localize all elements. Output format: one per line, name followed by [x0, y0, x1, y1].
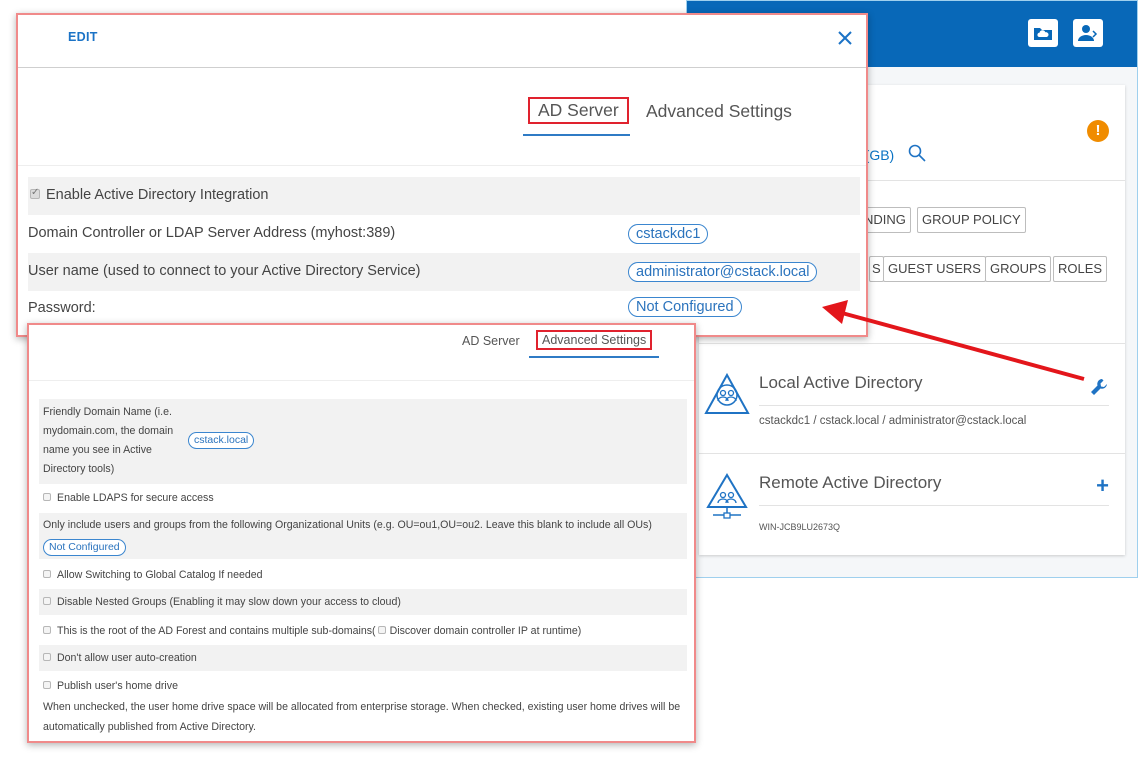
- ldaps-checkbox[interactable]: [43, 493, 51, 502]
- tab-ad-server[interactable]: AD Server: [528, 97, 629, 124]
- search-icon[interactable]: [907, 143, 927, 163]
- tab-advanced-settings[interactable]: Advanced Settings: [646, 101, 792, 122]
- server-address-value[interactable]: cstackdc1: [628, 224, 709, 244]
- server-address-label: Domain Controller or LDAP Server Address…: [28, 225, 396, 241]
- enable-ad-row[interactable]: Enable Active Directory Integration: [28, 177, 860, 215]
- forest-root-row[interactable]: This is the root of the AD Forest and co…: [39, 618, 687, 644]
- ou-filter-row: Only include users and groups from the f…: [39, 513, 687, 559]
- enable-ad-checkbox[interactable]: [30, 187, 40, 200]
- friendly-domain-row: Friendly Domain Name (i.e. mydomain.com,…: [39, 399, 687, 484]
- chip-guest-users[interactable]: GUEST USERS: [883, 256, 986, 282]
- dialog-title: EDIT: [68, 30, 98, 44]
- friendly-domain-value[interactable]: cstack.local: [188, 432, 255, 449]
- forest-root-checkbox[interactable]: [43, 626, 51, 635]
- ou-filter-label: Only include users and groups from the f…: [43, 519, 652, 531]
- global-catalog-label: Allow Switching to Global Catalog If nee…: [57, 569, 263, 581]
- friendly-domain-label: Friendly Domain Name (i.e. mydomain.com,…: [43, 406, 174, 475]
- adv-tab-ad-server[interactable]: AD Server: [462, 334, 520, 348]
- auto-creation-label: Don't allow user auto-creation: [57, 652, 197, 664]
- plus-icon[interactable]: +: [1096, 473, 1109, 499]
- discover-dc-label: Discover domain controller IP at runtime…: [389, 625, 582, 637]
- dialog-header: EDIT: [18, 15, 866, 68]
- adv-tab-advanced-settings[interactable]: Advanced Settings: [536, 330, 653, 350]
- local-ad-title: Local Active Directory: [759, 373, 923, 392]
- cloud-folder-icon: [1034, 28, 1052, 40]
- home-drive-row[interactable]: Publish user's home drive When unchecked…: [39, 675, 687, 737]
- ldaps-row[interactable]: Enable LDAPS for secure access: [39, 487, 687, 509]
- advanced-settings-panel: AD Server Advanced Settings Friendly Dom…: [27, 323, 696, 743]
- nested-groups-checkbox[interactable]: [43, 597, 51, 606]
- enable-ad-label: Enable Active Directory Integration: [46, 187, 269, 203]
- global-catalog-row[interactable]: Allow Switching to Global Catalog If nee…: [39, 563, 687, 587]
- discover-dc-checkbox[interactable]: [377, 626, 386, 635]
- remote-directory-icon: [706, 473, 748, 519]
- warning-icon[interactable]: !: [1087, 120, 1109, 142]
- nested-groups-row[interactable]: Disable Nested Groups (Enabling it may s…: [39, 589, 687, 615]
- username-value[interactable]: administrator@cstack.local: [628, 262, 818, 282]
- cloud-folder-button[interactable]: [1028, 19, 1058, 47]
- nested-groups-label: Disable Nested Groups (Enabling it may s…: [57, 596, 401, 608]
- forest-root-label: This is the root of the AD Forest and co…: [57, 625, 376, 637]
- server-address-row: Domain Controller or LDAP Server Address…: [28, 215, 860, 253]
- chip-partial[interactable]: S: [869, 256, 884, 282]
- chip-groups[interactable]: GROUPS: [985, 256, 1052, 282]
- username-label: User name (used to connect to your Activ…: [28, 263, 421, 279]
- chip-roles[interactable]: ROLES: [1053, 256, 1108, 282]
- user-switch-icon: [1078, 25, 1098, 41]
- password-label: Password:: [28, 300, 96, 316]
- remote-ad-row[interactable]: Remote Active Directory WIN-JCB9LU2673Q …: [699, 453, 1125, 553]
- home-drive-checkbox[interactable]: [43, 681, 51, 690]
- ou-filter-value[interactable]: Not Configured: [43, 539, 126, 556]
- auto-creation-row[interactable]: Don't allow user auto-creation: [39, 645, 687, 671]
- wrench-icon[interactable]: [1089, 377, 1109, 397]
- remote-ad-title: Remote Active Directory: [759, 473, 942, 492]
- local-ad-row[interactable]: Local Active Directory cstackdc1 / cstac…: [699, 353, 1125, 453]
- close-icon[interactable]: [836, 29, 854, 47]
- chip-group-policy[interactable]: GROUP POLICY: [917, 207, 1026, 233]
- home-drive-label: Publish user's home drive: [57, 680, 178, 692]
- username-row: User name (used to connect to your Activ…: [28, 253, 860, 291]
- auto-creation-checkbox[interactable]: [43, 653, 51, 662]
- password-value[interactable]: Not Configured: [628, 297, 742, 317]
- local-ad-subtitle: cstackdc1 / cstack.local / administrator…: [759, 415, 1027, 427]
- home-drive-note: When unchecked, the user home drive spac…: [43, 701, 681, 733]
- remote-ad-subtitle: WIN-JCB9LU2673Q: [759, 522, 841, 532]
- global-catalog-checkbox[interactable]: [43, 570, 51, 579]
- edit-dialog: EDIT AD Server Advanced Settings Enable …: [16, 13, 868, 337]
- active-directory-icon: [704, 372, 750, 414]
- user-switch-button[interactable]: [1073, 19, 1103, 47]
- ldaps-label: Enable LDAPS for secure access: [57, 492, 214, 504]
